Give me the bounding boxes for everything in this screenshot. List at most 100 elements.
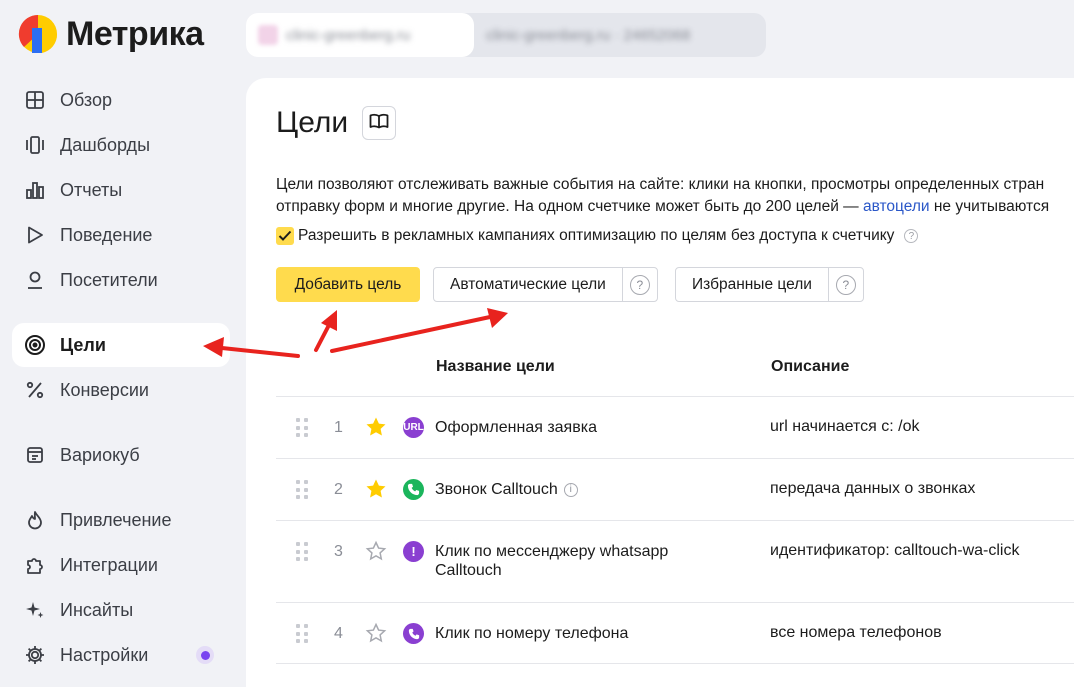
grid-icon: [24, 89, 46, 111]
goal-description: все номера телефонов: [770, 624, 942, 641]
goal-name[interactable]: Клик по мессенджеру whatsapp Calltouch: [435, 542, 695, 580]
play-icon: [24, 224, 46, 246]
table-row[interactable]: 2 Звонок Calltouch i передача данных о зв…: [276, 458, 1074, 520]
description-line-1: Цели позволяют отслеживать важные событи…: [276, 176, 1045, 193]
ads-optimization-checkbox[interactable]: [276, 227, 294, 245]
row-number: 2: [334, 481, 343, 498]
sidebar-item-dashboards[interactable]: Дашборды: [12, 123, 230, 167]
sidebar-item-visitors[interactable]: Посетители: [12, 258, 230, 302]
sidebar-item-insights[interactable]: Инсайты: [12, 588, 230, 632]
sidebar-item-label: Настройки: [60, 644, 149, 665]
goals-description: Цели позволяют отслеживать важные событи…: [276, 174, 1074, 218]
description-text: не учитываются: [929, 198, 1050, 215]
target-icon: [24, 334, 46, 356]
goal-name[interactable]: Клик по номеру телефона: [435, 624, 735, 643]
description-line-2: отправку форм и многие другие. На одном …: [276, 196, 1074, 218]
star-filled-icon[interactable]: [365, 416, 387, 438]
autogoals-link[interactable]: автоцели: [863, 198, 930, 215]
book-icon: [369, 113, 389, 134]
site-favicon-icon: [258, 25, 278, 45]
docs-button[interactable]: [362, 106, 397, 140]
ads-optimization-option: Разрешить в рекламных кампаниях оптимиза…: [276, 227, 919, 245]
sidebar-item-label: Привлечение: [60, 509, 172, 530]
counter-pill-site[interactable]: clinic-greenberg.ru: [246, 13, 474, 57]
app-logo[interactable]: Метрика: [18, 14, 204, 54]
phone-goal-icon: [403, 623, 424, 644]
sidebar-item-label: Отчеты: [60, 179, 123, 200]
sidebar-item-reports[interactable]: Отчеты: [12, 168, 230, 212]
table-row[interactable]: 4 Клик по номеру телефона все номера тел…: [276, 602, 1074, 664]
sparkle-icon: [24, 599, 46, 621]
sidebar-item-label: Вариокуб: [60, 444, 140, 465]
counter-selector[interactable]: clinic-greenberg.ru clinic-greenberg.ru …: [246, 13, 766, 57]
star-filled-icon[interactable]: [365, 478, 387, 500]
sidebar-item-overview[interactable]: Обзор: [12, 78, 230, 122]
sidebar-item-integrations[interactable]: Интеграции: [12, 543, 230, 587]
variocube-icon: [24, 444, 46, 466]
goal-description: передача данных о звонках: [770, 480, 976, 497]
help-icon: ?: [835, 274, 856, 295]
favorite-goals-button-group: Избранные цели ?: [675, 267, 864, 302]
goal-description: идентификатор: calltouch-wa-click: [770, 542, 1020, 559]
sidebar-item-label: Цели: [60, 334, 106, 355]
dashboards-icon: [24, 134, 46, 156]
auto-goals-help-button[interactable]: ?: [623, 268, 657, 301]
sidebar-item-conversions[interactable]: Конверсии: [12, 368, 230, 412]
sidebar-item-label: Интеграции: [60, 554, 158, 575]
page-header: Цели: [276, 106, 397, 140]
checkbox-label: Разрешить в рекламных кампаниях оптимиза…: [298, 227, 895, 244]
gear-icon: [24, 644, 46, 666]
sidebar-item-label: Инсайты: [60, 599, 134, 620]
phone-call-goal-icon: [403, 479, 424, 500]
puzzle-icon: [24, 554, 46, 576]
goal-description: url начинается с: /ok: [770, 418, 920, 435]
user-icon: [24, 269, 46, 291]
url-goal-icon: URL: [403, 417, 424, 438]
counter-pill-meta[interactable]: clinic-greenberg.ru · 24652068: [486, 13, 690, 57]
sidebar-item-label: Дашборды: [60, 134, 150, 155]
percent-icon: [24, 379, 46, 401]
add-goal-button[interactable]: Добавить цель: [276, 267, 420, 302]
goal-name[interactable]: Оформленная заявка: [435, 418, 735, 437]
sidebar-item-variocube[interactable]: Вариокуб: [12, 433, 230, 477]
sidebar-item-label: Конверсии: [60, 379, 149, 400]
star-outline-icon[interactable]: [365, 540, 387, 562]
help-icon: ?: [629, 274, 650, 295]
row-number: 4: [334, 625, 343, 642]
favorite-goals-button[interactable]: Избранные цели: [676, 268, 829, 301]
row-number: 1: [334, 419, 343, 436]
column-header-description: Описание: [771, 358, 850, 375]
drag-handle-icon[interactable]: [296, 480, 310, 500]
table-row[interactable]: 3 ! Клик по мессенджеру whatsapp Calltou…: [276, 520, 1074, 602]
sidebar-item-label: Посетители: [60, 269, 158, 290]
row-number: 3: [334, 543, 343, 560]
column-header-name: Название цели: [436, 358, 555, 375]
info-icon[interactable]: i: [563, 482, 578, 497]
counter-meta: clinic-greenberg.ru · 24652068: [486, 26, 691, 44]
star-outline-icon[interactable]: [365, 622, 387, 644]
fire-icon: [24, 509, 46, 531]
main-panel: Цели Цели позволяют отслеживать важные с…: [246, 78, 1074, 687]
auto-goals-button-group: Автоматические цели ?: [433, 267, 658, 302]
notification-dot: [196, 646, 214, 664]
metrika-logo-icon: [18, 14, 58, 54]
app-title: Метрика: [66, 14, 204, 53]
help-icon[interactable]: ?: [904, 229, 919, 243]
sidebar-item-goals[interactable]: Цели: [12, 323, 230, 367]
drag-handle-icon[interactable]: [296, 542, 310, 562]
sidebar-item-label: Обзор: [60, 89, 112, 110]
event-goal-icon: !: [403, 541, 424, 562]
drag-handle-icon[interactable]: [296, 624, 310, 644]
counter-name: clinic-greenberg.ru: [286, 26, 411, 44]
sidebar-item-settings[interactable]: Настройки: [12, 633, 230, 677]
goal-name[interactable]: Звонок Calltouch: [435, 481, 558, 498]
table-row[interactable]: 1 URL Оформленная заявка url начинается …: [276, 396, 1074, 458]
goal-name-wrap: Звонок Calltouch i: [435, 480, 735, 499]
description-text: отправку форм и многие другие. На одном …: [276, 198, 863, 215]
sidebar-item-acquisition[interactable]: Привлечение: [12, 498, 230, 542]
sidebar-item-label: Поведение: [60, 224, 153, 245]
drag-handle-icon[interactable]: [296, 418, 310, 438]
sidebar-item-behavior[interactable]: Поведение: [12, 213, 230, 257]
auto-goals-button[interactable]: Автоматические цели: [434, 268, 623, 301]
favorite-goals-help-button[interactable]: ?: [829, 268, 863, 301]
